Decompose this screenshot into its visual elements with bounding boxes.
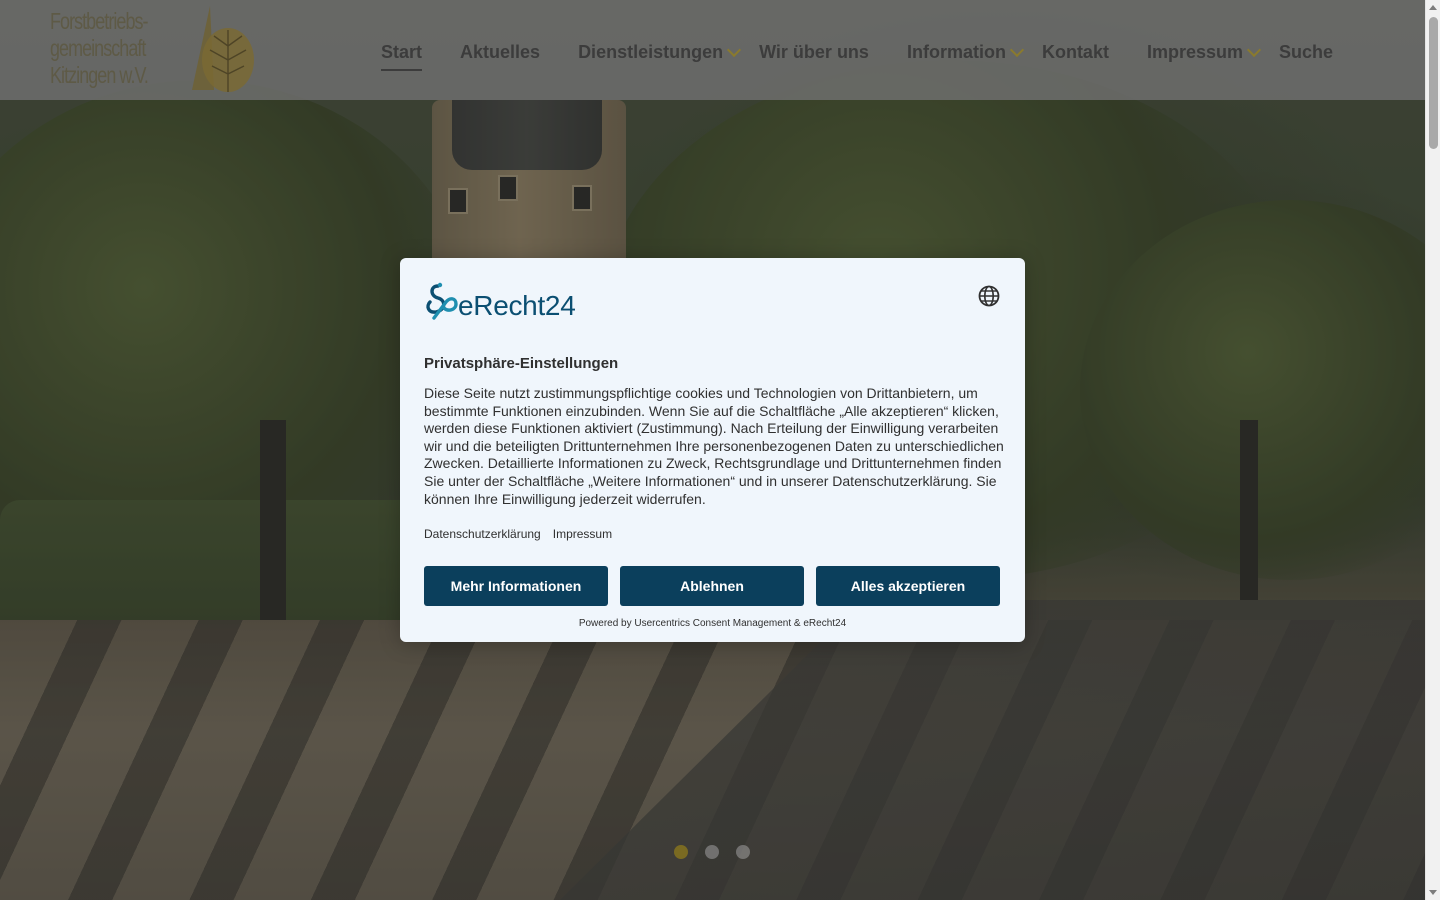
consent-description: Diese Seite nutzt zustimmungspflichtige … (424, 385, 1004, 507)
leaf-logo-icon (192, 6, 254, 92)
site-header: Forstbetriebs- gemeinschaft Kitzingen w.… (0, 0, 1425, 100)
accept-all-button[interactable]: Alles akzeptieren (816, 566, 1000, 606)
main-navigation: Start Aktuelles Dienstleistungen Wir übe… (381, 38, 1333, 71)
consent-button-row: Mehr Informationen Ablehnen Alles akzept… (424, 566, 1000, 606)
nav-label: Suche (1279, 41, 1334, 62)
chevron-down-icon (1009, 42, 1025, 58)
nav-label: Start (381, 41, 423, 62)
nav-label: Information (906, 41, 1006, 62)
powered-by-text: Powered by Usercentrics Consent Manageme… (578, 618, 847, 629)
nav-impressum[interactable]: Impressum (1146, 41, 1262, 63)
erecht24-logo: eRecht24 (424, 282, 576, 322)
page-scrollbar[interactable] (1425, 0, 1440, 900)
carousel-dot-2[interactable] (705, 845, 719, 859)
nav-label: Aktuelles (460, 41, 541, 62)
chevron-down-icon (727, 42, 742, 58)
nav-label: Kontakt (1041, 41, 1109, 62)
carousel-dot-3[interactable] (736, 845, 750, 859)
privacy-policy-link[interactable]: Datenschutzerklärung (424, 527, 541, 541)
nav-dienstleistungen[interactable]: Dienstleistungen (578, 41, 742, 63)
brand-name: eRecht24 (458, 290, 576, 321)
imprint-link[interactable]: Impressum (553, 527, 612, 541)
nav-aktuelles[interactable]: Aktuelles (460, 42, 540, 63)
logo-line-2: gemeinschaft (50, 35, 146, 61)
nav-kontakt[interactable]: Kontakt (1042, 42, 1109, 63)
nav-information[interactable]: Information (906, 41, 1025, 63)
site-logo[interactable]: Forstbetriebs- gemeinschaft Kitzingen w.… (50, 6, 260, 96)
decline-button[interactable]: Ablehnen (620, 566, 804, 606)
scroll-up-icon[interactable] (1429, 5, 1437, 10)
nav-start[interactable]: Start (381, 41, 423, 71)
carousel-dot-1[interactable] (674, 845, 688, 859)
erecht24-mark-icon (426, 282, 458, 320)
logo-text: Forstbetriebs- gemeinschaft Kitzingen w.… (50, 8, 149, 89)
nav-label: Wir über uns (759, 41, 869, 62)
nav-wir-ueber-uns[interactable]: Wir über uns (759, 42, 869, 63)
nav-label: Dienstleistungen (578, 41, 724, 62)
more-information-button[interactable]: Mehr Informationen (424, 566, 608, 606)
globe-icon[interactable] (977, 284, 1001, 308)
logo-line-1: Forstbetriebs- (50, 8, 148, 34)
logo-line-3: Kitzingen w.V. (50, 62, 149, 88)
consent-title: Privatsphäre-Einstellungen (424, 355, 619, 372)
consent-dialog: eRecht24 Privatsphäre-Einstellungen Dies… (400, 258, 1025, 642)
nav-label: Impressum (1146, 41, 1243, 62)
scroll-thumb[interactable] (1429, 17, 1438, 149)
chevron-down-icon (1246, 42, 1262, 58)
nav-suche[interactable]: Suche (1279, 42, 1333, 63)
scroll-down-icon[interactable] (1429, 890, 1437, 895)
consent-links: Datenschutzerklärung Impressum (424, 527, 612, 541)
carousel-indicators (674, 845, 750, 859)
